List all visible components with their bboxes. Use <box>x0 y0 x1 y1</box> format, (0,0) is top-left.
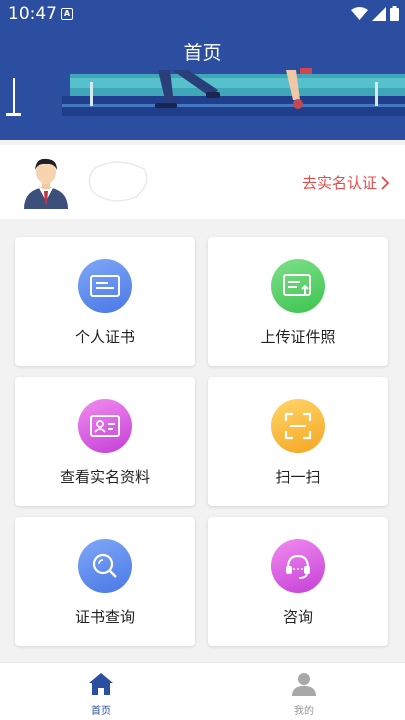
wifi-icon <box>351 7 368 20</box>
card-personal-certificate[interactable]: 个人证书 <box>15 237 195 366</box>
card-scan[interactable]: 扫一扫 <box>208 377 388 506</box>
status-time: 10:47 <box>8 4 57 24</box>
id-card-icon <box>90 415 120 437</box>
user-icon <box>292 673 316 696</box>
card-icon-circle <box>271 539 325 593</box>
card-label: 证书查询 <box>74 608 135 626</box>
card-label: 咨询 <box>282 608 313 626</box>
card-upload-id-photo[interactable]: 上传证件照 <box>208 237 388 366</box>
bottom-navigation: 首页 我的 <box>0 662 405 720</box>
header-banner: 10:47 A 首页 <box>0 0 405 140</box>
card-view-identity-info[interactable]: 查看实名资料 <box>15 377 195 506</box>
card-consult[interactable]: 咨询 <box>208 517 388 646</box>
scan-icon <box>284 412 312 440</box>
verify-identity-link[interactable]: 去实名认证 <box>302 172 389 193</box>
card-certificate-query[interactable]: 证书查询 <box>15 517 195 646</box>
page-title: 首页 <box>183 42 222 64</box>
card-label: 上传证件照 <box>260 328 336 346</box>
nav-label-mine: 我的 <box>294 706 314 717</box>
nav-item-mine[interactable]: 我的 <box>203 663 405 720</box>
nav-item-home[interactable]: 首页 <box>0 663 202 720</box>
card-icon-circle <box>271 259 325 313</box>
verify-identity-label: 去实名认证 <box>301 174 377 192</box>
name-placeholder <box>88 161 148 202</box>
card-label: 个人证书 <box>74 328 135 346</box>
card-label: 扫一扫 <box>275 468 321 486</box>
headset-icon <box>286 554 310 579</box>
signal-icon <box>372 6 386 21</box>
certificate-icon <box>90 275 120 297</box>
chevron-right-icon <box>381 175 389 190</box>
notification-icon: A <box>61 8 73 20</box>
avatar[interactable] <box>22 155 70 209</box>
nav-label-home: 首页 <box>91 706 111 717</box>
status-bar: 10:47 A <box>0 0 405 28</box>
profile-row[interactable]: 去实名认证 <box>0 145 405 219</box>
upload-document-icon <box>283 274 311 296</box>
card-icon-circle <box>78 259 132 313</box>
battery-icon <box>390 6 399 21</box>
search-icon <box>92 553 117 578</box>
status-icons <box>351 6 399 21</box>
home-icon <box>89 673 113 695</box>
card-icon-circle <box>78 539 132 593</box>
card-label: 查看实名资料 <box>59 468 150 486</box>
card-icon-circle <box>271 399 325 453</box>
card-icon-circle <box>78 399 132 453</box>
